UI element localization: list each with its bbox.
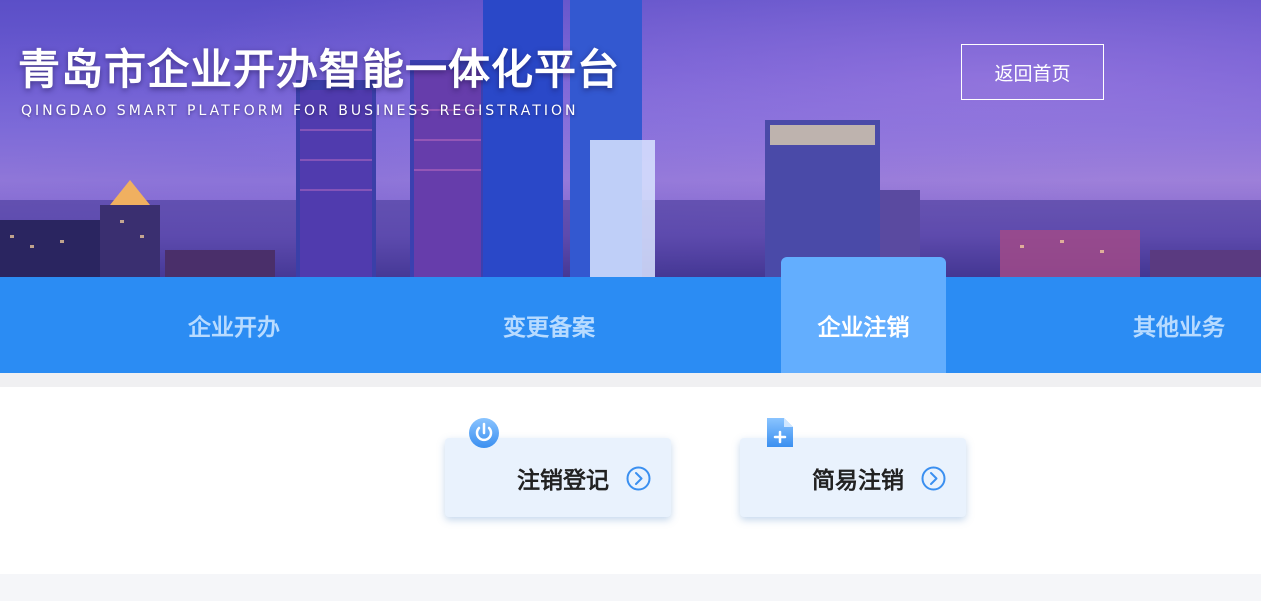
page-title: 青岛市企业开办智能一体化平台 — [18, 45, 621, 94]
service-card-simple-deregistration[interactable]: 简易注销 — [740, 438, 966, 517]
home-button[interactable]: 返回首页 — [961, 44, 1104, 100]
header-banner: 青岛市企业开办智能一体化平台 QINGDAO SMART PLATFORM FO… — [0, 0, 1261, 277]
chevron-right-circle-icon — [921, 466, 946, 491]
tab-change-filing[interactable]: 变更备案 — [465, 277, 633, 373]
add-document-icon — [767, 418, 793, 447]
tab-business-deregistration[interactable]: 企业注销 — [781, 257, 946, 373]
tab-other-services[interactable]: 其他业务 — [1095, 277, 1261, 373]
main-nav: 企业开办 变更备案 企业注销 其他业务 — [0, 257, 1261, 373]
chevron-right-circle-icon — [626, 466, 651, 491]
footer-strip — [0, 574, 1261, 601]
power-icon — [469, 418, 499, 448]
service-card-deregistration[interactable]: 注销登记 — [445, 438, 671, 517]
page-subtitle: QINGDAO SMART PLATFORM FOR BUSINESS REGI… — [21, 103, 579, 119]
tab-business-setup[interactable]: 企业开办 — [150, 277, 318, 373]
divider-strip — [0, 373, 1261, 387]
